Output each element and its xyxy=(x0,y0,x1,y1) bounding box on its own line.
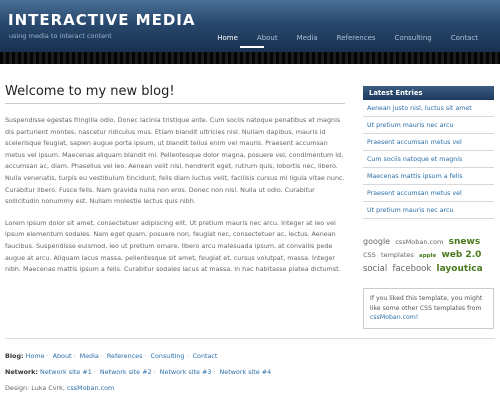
list-item: Maecenas mattis ipsum a felis xyxy=(363,168,494,185)
nav-media[interactable]: Media xyxy=(297,34,318,42)
entry-link[interactable]: Cum sociis natoque et magnis xyxy=(367,156,462,163)
footer-link-media[interactable]: Media xyxy=(80,352,99,360)
tag-link[interactable]: social xyxy=(363,263,387,276)
footer-blog-label: Blog: xyxy=(5,352,24,360)
footer-blog-links: Blog: Home · About · Media · References · Co… xyxy=(5,352,218,360)
entry-link[interactable]: Praesent accumsan metus vel xyxy=(367,139,462,146)
nav-references[interactable]: References xyxy=(337,34,376,42)
design-credit-link[interactable]: cssMoban.com xyxy=(67,384,114,392)
tag-link[interactable]: facebook xyxy=(392,263,431,276)
notice-text: If you liked this template, you might li… xyxy=(370,295,483,312)
tag-link[interactable]: CSS xyxy=(363,249,376,262)
main-nav: Home About Media References Consulting C… xyxy=(198,34,478,42)
footer-link-consulting[interactable]: Consulting xyxy=(151,352,185,360)
tag-link[interactable]: cssMoban.com xyxy=(395,236,443,249)
list-item: Ut pretium mauris nec arcu xyxy=(363,202,494,219)
tag-link[interactable]: web 2.0 xyxy=(441,249,481,262)
entry-link[interactable]: Ut pretium mauris nec arcu xyxy=(367,207,453,214)
entry-link[interactable]: Aenean justo nisl, luctus sit amet xyxy=(367,105,472,112)
footer-link-home[interactable]: Home xyxy=(26,352,45,360)
nav-consulting[interactable]: Consulting xyxy=(395,34,432,42)
footer-network-links: Network: Network site #1 · Network site #… xyxy=(5,368,272,376)
site-header: INTERACTIVE MEDIA using media to interac… xyxy=(0,0,500,52)
network-site-link[interactable]: Network site #2 xyxy=(100,368,152,376)
latest-entries-title: Latest Entries xyxy=(363,86,494,100)
nav-about[interactable]: About xyxy=(257,34,278,42)
tag-link[interactable]: layoutica xyxy=(437,263,483,276)
entry-link[interactable]: Ut pretium mauris nec arcu xyxy=(367,122,453,129)
network-site-link[interactable]: Network site #4 xyxy=(219,368,271,376)
tag-link[interactable]: templates xyxy=(381,249,414,262)
header-stripe xyxy=(0,52,500,64)
site-tagline: using media to interact content xyxy=(9,32,112,40)
design-credit-text: Design: Luka Cvrk, xyxy=(5,384,65,392)
nav-contact[interactable]: Contact xyxy=(451,34,478,42)
template-notice: If you liked this template, you might li… xyxy=(363,288,494,329)
network-site-link[interactable]: Network site #3 xyxy=(160,368,212,376)
page-title: Welcome to my new blog! xyxy=(5,84,345,104)
paragraph-2: Lorem ipsum dolor sit amet, consectetuer… xyxy=(5,218,341,274)
footer-link-contact[interactable]: Contact xyxy=(193,352,218,360)
paragraph-1: Suspendisse egestas fringilla odio. Done… xyxy=(5,116,345,206)
entry-link[interactable]: Maecenas mattis ipsum a felis xyxy=(367,173,462,180)
sidebar: Latest Entries Aenean justo nisl, luctus… xyxy=(363,86,494,329)
main-content: Welcome to my new blog! Suspendisse eges… xyxy=(5,84,345,276)
entry-link[interactable]: Praesent accumsan metus vel xyxy=(367,190,462,197)
footer-design-credit: Design: Luka Cvrk, cssMoban.com xyxy=(5,384,114,392)
list-item: Praesent accumsan metus vel xyxy=(363,185,494,202)
footer-network-label: Network: xyxy=(5,368,38,376)
latest-entries-list: Aenean justo nisl, luctus sit amet Ut pr… xyxy=(363,100,494,219)
list-item: Aenean justo nisl, luctus sit amet xyxy=(363,100,494,117)
notice-link[interactable]: cssMoban.com! xyxy=(370,314,418,321)
tag-link[interactable]: google xyxy=(363,235,390,248)
list-item: Ut pretium mauris nec arcu xyxy=(363,117,494,134)
tag-link[interactable]: snews xyxy=(449,236,481,249)
tag-cloud: google cssMoban.com snews CSS templates … xyxy=(363,235,494,276)
list-item: Praesent accumsan metus vel xyxy=(363,134,494,151)
network-site-link[interactable]: Network site #1 xyxy=(40,368,92,376)
footer-link-references[interactable]: References xyxy=(107,352,143,360)
footer-divider xyxy=(5,338,495,339)
nav-home[interactable]: Home xyxy=(217,34,238,42)
footer-link-about[interactable]: About xyxy=(53,352,72,360)
site-logo[interactable]: INTERACTIVE MEDIA xyxy=(8,11,196,29)
tag-link[interactable]: apple xyxy=(419,250,436,263)
list-item: Cum sociis natoque et magnis xyxy=(363,151,494,168)
nav-active-indicator xyxy=(240,46,264,48)
